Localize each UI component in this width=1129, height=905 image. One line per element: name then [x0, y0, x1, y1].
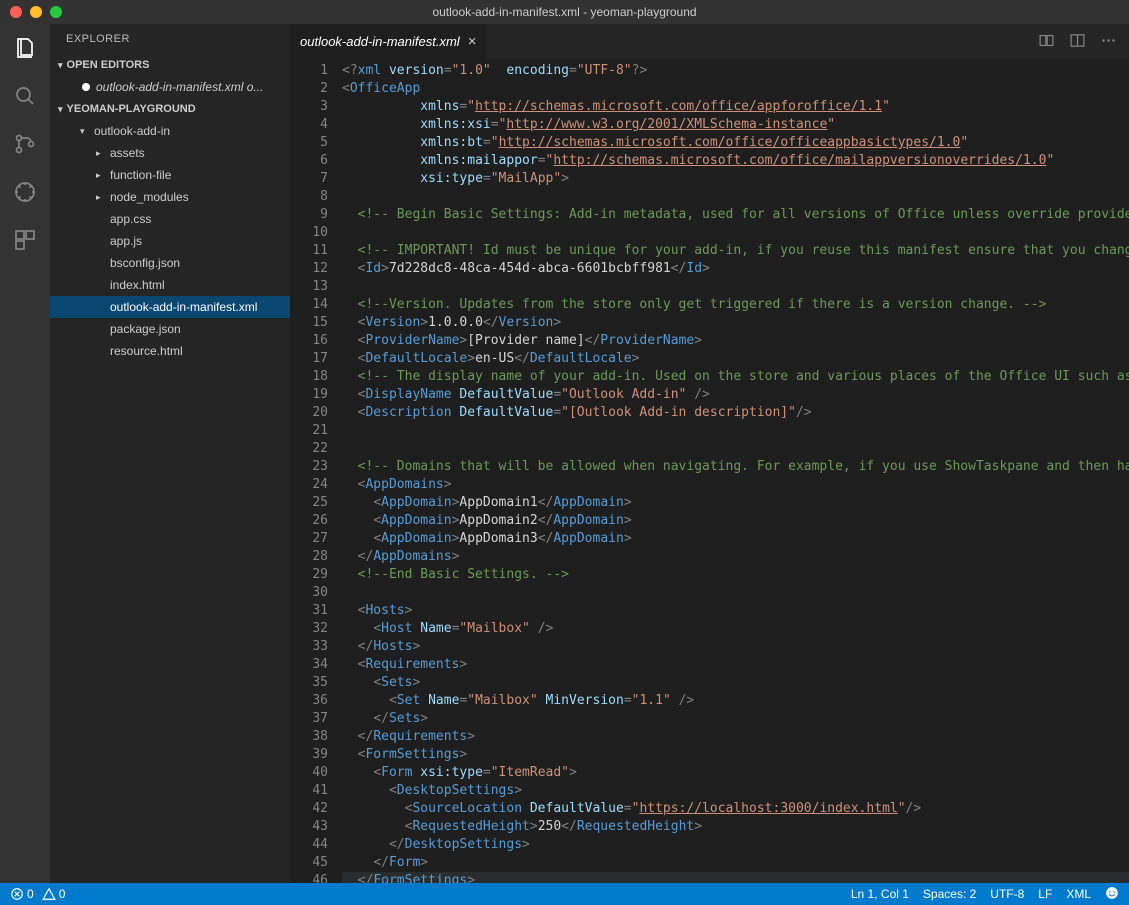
- activity-bar: [0, 24, 50, 883]
- line-numbers: 1234567891011121314151617181920212223242…: [290, 59, 342, 883]
- maximize-icon[interactable]: [50, 6, 62, 18]
- folder-item[interactable]: function-file: [50, 164, 290, 186]
- compare-icon[interactable]: [1038, 32, 1055, 52]
- encoding-status[interactable]: UTF-8: [990, 887, 1024, 901]
- source-control-icon[interactable]: [13, 132, 37, 156]
- cursor-position[interactable]: Ln 1, Col 1: [851, 887, 909, 901]
- close-icon[interactable]: [10, 6, 22, 18]
- folder-item[interactable]: node_modules: [50, 186, 290, 208]
- window-controls: [10, 6, 62, 18]
- file-item[interactable]: index.html: [50, 274, 290, 296]
- code-content[interactable]: <?xml version="1.0" encoding="UTF-8"?><O…: [342, 59, 1129, 883]
- explorer-sidebar: EXPLORER OPEN EDITORS outlook-add-in-man…: [50, 24, 290, 883]
- extensions-icon[interactable]: [13, 228, 37, 252]
- file-item-active[interactable]: outlook-add-in-manifest.xml: [50, 296, 290, 318]
- search-icon[interactable]: [13, 84, 37, 108]
- editor-actions: [1038, 32, 1129, 52]
- open-editor-item[interactable]: outlook-add-in-manifest.xml o...: [50, 76, 290, 98]
- warnings-indicator[interactable]: 0: [42, 887, 66, 901]
- folder-root[interactable]: outlook-add-in: [50, 120, 290, 142]
- title-bar: outlook-add-in-manifest.xml - yeoman-pla…: [0, 0, 1129, 24]
- close-tab-icon[interactable]: ×: [468, 33, 477, 50]
- errors-indicator[interactable]: 0: [10, 887, 34, 901]
- debug-icon[interactable]: [13, 180, 37, 204]
- more-icon[interactable]: [1100, 32, 1117, 52]
- file-item[interactable]: app.css: [50, 208, 290, 230]
- open-editors-section[interactable]: OPEN EDITORS: [50, 54, 290, 76]
- editor-group: outlook-add-in-manifest.xml × 1234567891…: [290, 24, 1129, 883]
- explorer-title: EXPLORER: [50, 24, 290, 54]
- minimize-icon[interactable]: [30, 6, 42, 18]
- feedback-icon[interactable]: [1105, 886, 1119, 903]
- status-bar: 0 0 Ln 1, Col 1 Spaces: 2 UTF-8 LF XML: [0, 883, 1129, 905]
- files-icon[interactable]: [13, 36, 37, 60]
- eol-status[interactable]: LF: [1038, 887, 1052, 901]
- file-item[interactable]: app.js: [50, 230, 290, 252]
- window-title: outlook-add-in-manifest.xml - yeoman-pla…: [432, 5, 696, 19]
- split-editor-icon[interactable]: [1069, 32, 1086, 52]
- tab-bar: outlook-add-in-manifest.xml ×: [290, 24, 1129, 59]
- tab-active[interactable]: outlook-add-in-manifest.xml ×: [290, 24, 486, 59]
- file-item[interactable]: package.json: [50, 318, 290, 340]
- indent-status[interactable]: Spaces: 2: [923, 887, 976, 901]
- code-editor[interactable]: 1234567891011121314151617181920212223242…: [290, 59, 1129, 883]
- workspace-section[interactable]: YEOMAN-PLAYGROUND: [50, 98, 290, 120]
- file-item[interactable]: resource.html: [50, 340, 290, 362]
- folder-item[interactable]: assets: [50, 142, 290, 164]
- dirty-indicator-icon: [82, 83, 90, 91]
- language-status[interactable]: XML: [1066, 887, 1091, 901]
- file-item[interactable]: bsconfig.json: [50, 252, 290, 274]
- tab-label: outlook-add-in-manifest.xml: [300, 34, 460, 49]
